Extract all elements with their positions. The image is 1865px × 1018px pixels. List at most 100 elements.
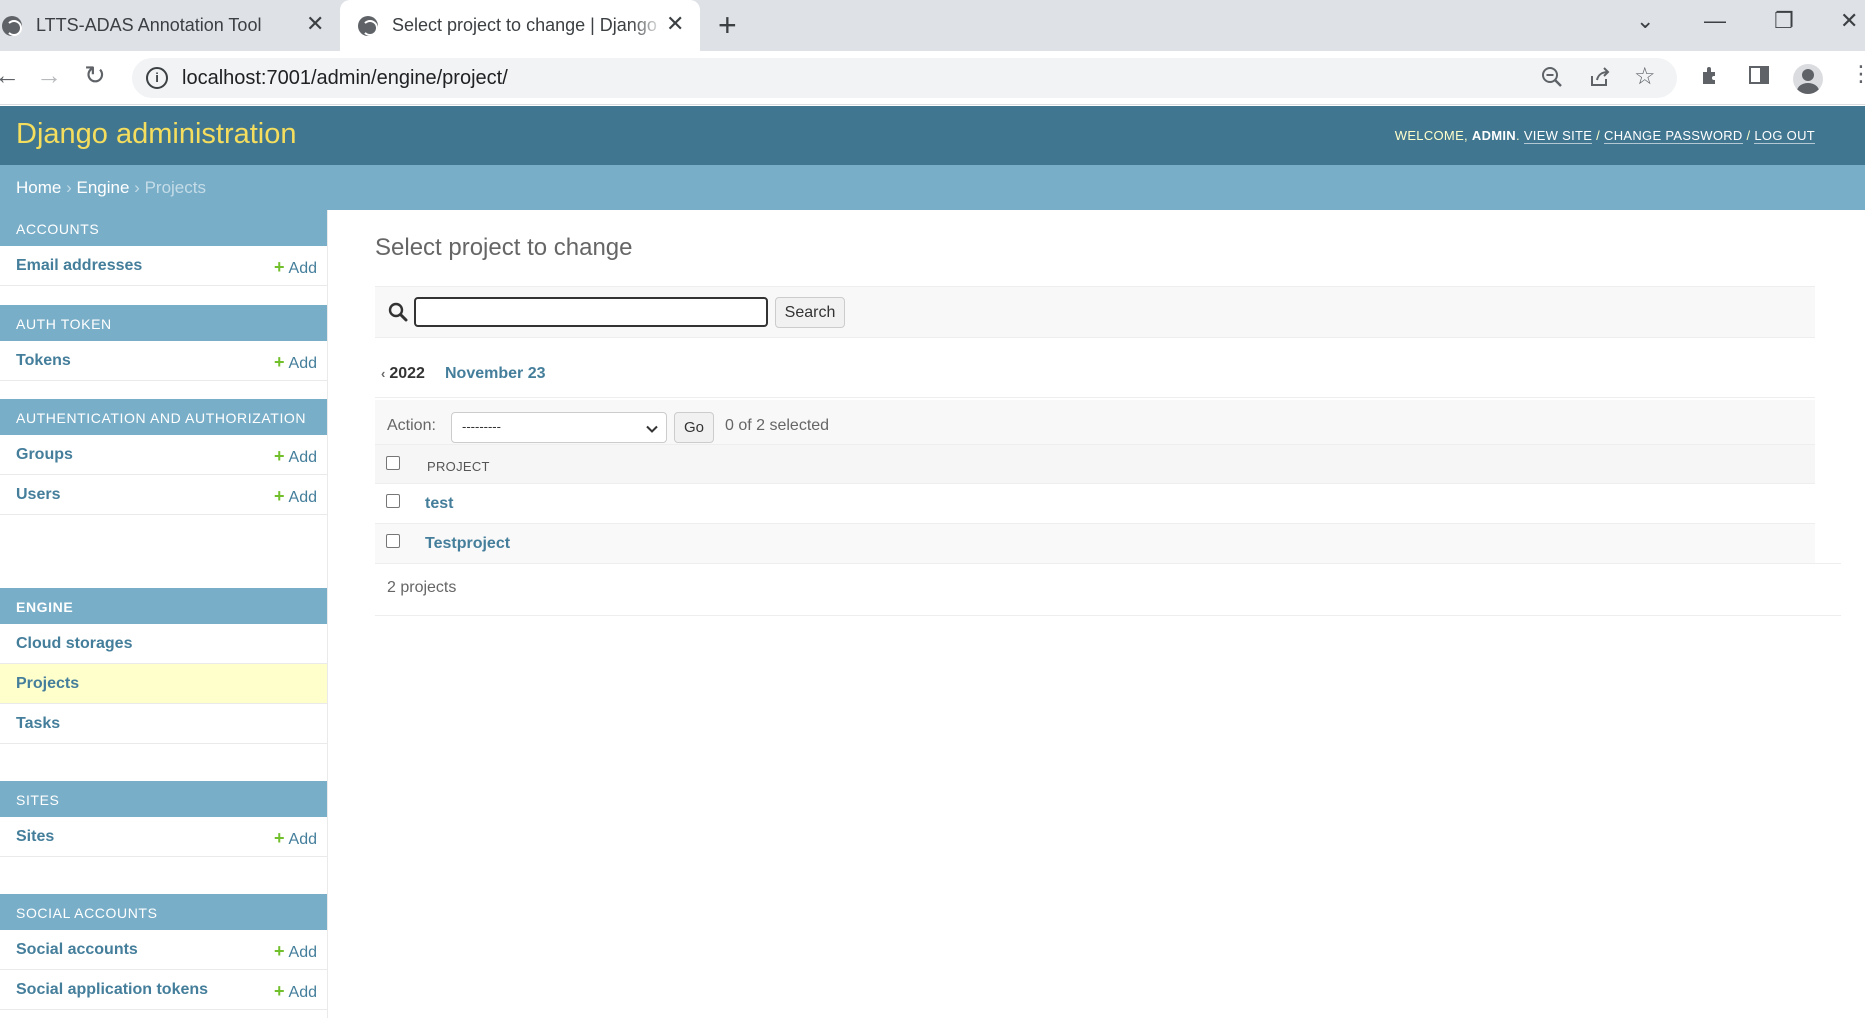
site-info-icon[interactable]: i	[146, 67, 168, 89]
model-link[interactable]: Projects	[16, 675, 79, 693]
breadcrumb: Home › Engine › Projects	[0, 165, 1865, 210]
column-header-project[interactable]: Project	[427, 459, 490, 474]
add-label: Add	[288, 489, 317, 506]
add-link[interactable]: + Add	[274, 446, 317, 467]
log-out-link[interactable]: Log out	[1754, 128, 1815, 144]
table-row: test	[375, 484, 1815, 524]
restore-icon[interactable]: ❐	[1774, 10, 1794, 32]
view-site-link[interactable]: View site	[1523, 128, 1593, 144]
browser-toolbar: ← → ↻ i localhost:7001/admin/engine/proj…	[0, 51, 1865, 105]
add-link[interactable]: + Add	[274, 941, 317, 962]
change-password-link[interactable]: Change password	[1604, 128, 1743, 144]
close-tab-icon[interactable]: ✕	[666, 13, 684, 35]
module-caption[interactable]: Social Accounts	[0, 894, 327, 930]
share-icon[interactable]	[1588, 65, 1612, 93]
plus-icon: +	[274, 941, 285, 961]
add-link[interactable]: + Add	[274, 352, 317, 373]
search-input[interactable]	[414, 297, 768, 327]
breadcrumb-home[interactable]: Home	[16, 178, 61, 197]
plus-icon: +	[274, 446, 285, 466]
module-caption[interactable]: Sites	[0, 781, 327, 817]
bookmark-star-icon[interactable]: ☆	[1634, 65, 1656, 89]
model-link[interactable]: Social application tokens	[16, 981, 208, 999]
module-caption[interactable]: Accounts	[0, 210, 327, 246]
module-caption[interactable]: Auth Token	[0, 305, 327, 341]
forward-icon[interactable]: →	[36, 62, 62, 88]
tab-search-chevron-icon[interactable]: ⌄	[1636, 10, 1654, 32]
plus-icon: +	[274, 828, 285, 848]
sidebar-item-social-accounts: Social accounts + Add	[0, 930, 327, 970]
reload-icon[interactable]: ↻	[84, 62, 106, 88]
globe-icon	[358, 15, 378, 36]
add-link[interactable]: + Add	[274, 981, 317, 1002]
module-accounts: Accounts Email addresses + Add	[0, 210, 327, 286]
tab-title: LTTS-ADAS Annotation Tool	[36, 15, 262, 35]
breadcrumb-engine[interactable]: Engine	[77, 178, 130, 197]
search-button[interactable]: Search	[775, 297, 845, 328]
minimize-icon[interactable]: —	[1704, 10, 1726, 32]
sidebar-item-cloud-storages: Cloud storages	[0, 624, 327, 664]
date-current-link[interactable]: November 23	[445, 365, 546, 383]
model-link[interactable]: Social accounts	[16, 941, 138, 959]
close-tab-icon[interactable]: ✕	[306, 13, 324, 35]
model-link[interactable]: Sites	[16, 828, 54, 846]
action-select-value: ---------	[462, 419, 501, 434]
browser-tab-active[interactable]: Select project to change | Django site a…	[340, 0, 700, 51]
breadcrumb-separator: ›	[66, 178, 72, 197]
add-label: Add	[288, 944, 317, 961]
add-link[interactable]: + Add	[274, 828, 317, 849]
module-caption[interactable]: Engine	[0, 588, 327, 624]
add-link[interactable]: + Add	[274, 257, 317, 278]
welcome-text: Welcome,	[1394, 128, 1468, 143]
row-link[interactable]: test	[425, 495, 453, 513]
menu-kebab-icon[interactable]: ⋮	[1850, 63, 1865, 85]
page-title: Select project to change	[375, 234, 633, 261]
model-link[interactable]: Tasks	[16, 715, 60, 733]
site-branding[interactable]: Django administration	[16, 118, 296, 151]
separator: /	[1596, 128, 1601, 143]
globe-icon	[2, 15, 22, 36]
sidebar-item-groups: Groups + Add	[0, 435, 327, 475]
new-tab-icon[interactable]: +	[718, 9, 737, 41]
breadcrumb-separator: ›	[134, 178, 140, 197]
address-bar[interactable]: i localhost:7001/admin/engine/project/ ☆	[132, 58, 1677, 98]
profile-avatar-icon[interactable]	[1793, 64, 1823, 94]
model-link[interactable]: Tokens	[16, 352, 71, 370]
browser-tabstrip: LTTS-ADAS Annotation Tool ✕ Select proje…	[0, 0, 1865, 51]
table-row: Testproject	[375, 524, 1815, 564]
side-panel-icon[interactable]	[1747, 63, 1771, 91]
extensions-icon[interactable]	[1699, 63, 1723, 91]
back-icon[interactable]: ←	[0, 62, 20, 88]
date-hierarchy: ‹ 2022 November 23	[375, 358, 1815, 398]
row-checkbox[interactable]	[386, 494, 400, 508]
breadcrumb-current: Projects	[144, 178, 206, 197]
module-auth-token: Auth Token Tokens + Add	[0, 305, 327, 381]
model-link[interactable]: Cloud storages	[16, 635, 132, 653]
browser-tab[interactable]: LTTS-ADAS Annotation Tool ✕	[0, 0, 340, 51]
model-link[interactable]: Users	[16, 486, 60, 504]
add-label: Add	[288, 260, 317, 277]
sidebar-item-email-addresses: Email addresses + Add	[0, 246, 327, 286]
date-back-link[interactable]: ‹ 2022	[381, 365, 425, 383]
model-link[interactable]: Groups	[16, 446, 73, 464]
result-list: Project test Testproject	[375, 444, 1815, 564]
row-link[interactable]: Testproject	[425, 535, 510, 553]
module-authentication: Authentication and Authorization Groups …	[0, 399, 327, 515]
url-text[interactable]: localhost:7001/admin/engine/project/	[182, 67, 508, 90]
search-icon	[387, 301, 409, 323]
add-label: Add	[288, 831, 317, 848]
close-window-icon[interactable]: ✕	[1840, 10, 1858, 32]
plus-icon: +	[274, 981, 285, 1001]
select-all-checkbox[interactable]	[386, 456, 400, 470]
sidebar-item-users: Users + Add	[0, 475, 327, 515]
module-caption[interactable]: Authentication and Authorization	[0, 399, 327, 435]
add-link[interactable]: + Add	[274, 486, 317, 507]
sidebar-item-projects: Projects	[0, 664, 327, 704]
action-select[interactable]: ---------	[451, 412, 667, 443]
plus-icon: +	[274, 352, 285, 372]
model-link[interactable]: Email addresses	[16, 257, 142, 275]
plus-icon: +	[274, 486, 285, 506]
zoom-icon[interactable]	[1540, 65, 1564, 93]
row-checkbox[interactable]	[386, 534, 400, 548]
go-button[interactable]: Go	[674, 412, 714, 443]
